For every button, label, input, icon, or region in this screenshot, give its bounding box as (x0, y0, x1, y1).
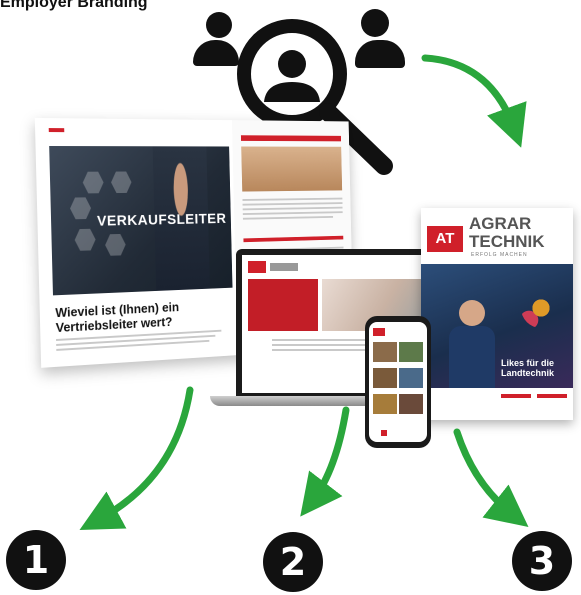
person-left-head (206, 12, 232, 38)
tto-photo (241, 146, 343, 192)
person-left-body (193, 40, 239, 66)
hex-icon (70, 197, 92, 219)
arrow-top-right (421, 54, 527, 148)
spread-photo-label: VERKAUFSLEITER (96, 210, 227, 230)
hex-icon (105, 234, 126, 256)
hex-icon (83, 172, 104, 194)
hex-icon (111, 171, 132, 193)
smartphone-app (369, 322, 427, 442)
spread-headline: Wieviel ist (Ihnen) ein Vertriebsleiter … (55, 299, 180, 336)
hex-icon (74, 229, 95, 251)
cover-brand-line1: AGRAR (469, 214, 532, 233)
arrow-to-3 (453, 428, 529, 528)
step-2-badge: 2 (263, 532, 323, 592)
page-title: Employer Branding (0, 0, 148, 11)
cover-caption: Likes für die Landtechnik (501, 358, 555, 378)
magazine-cover: AT AGRAR TECHNIK ERFOLG MACHEN Likes für… (421, 208, 573, 420)
cover-logo: AT (427, 226, 463, 252)
spread-left-page: VERKAUFSLEITER Wieviel ist (Ihnen) ein V… (34, 117, 236, 368)
spread-logo (48, 128, 65, 133)
step-1-badge: 1 (6, 530, 66, 590)
cover-brand-line2: TECHNIK (469, 232, 545, 251)
step-3-badge: 3 (512, 531, 572, 591)
cover-tagline: ERFOLG MACHEN (471, 252, 528, 258)
arrow-to-2 (300, 406, 350, 517)
arrow-to-1 (79, 386, 194, 530)
